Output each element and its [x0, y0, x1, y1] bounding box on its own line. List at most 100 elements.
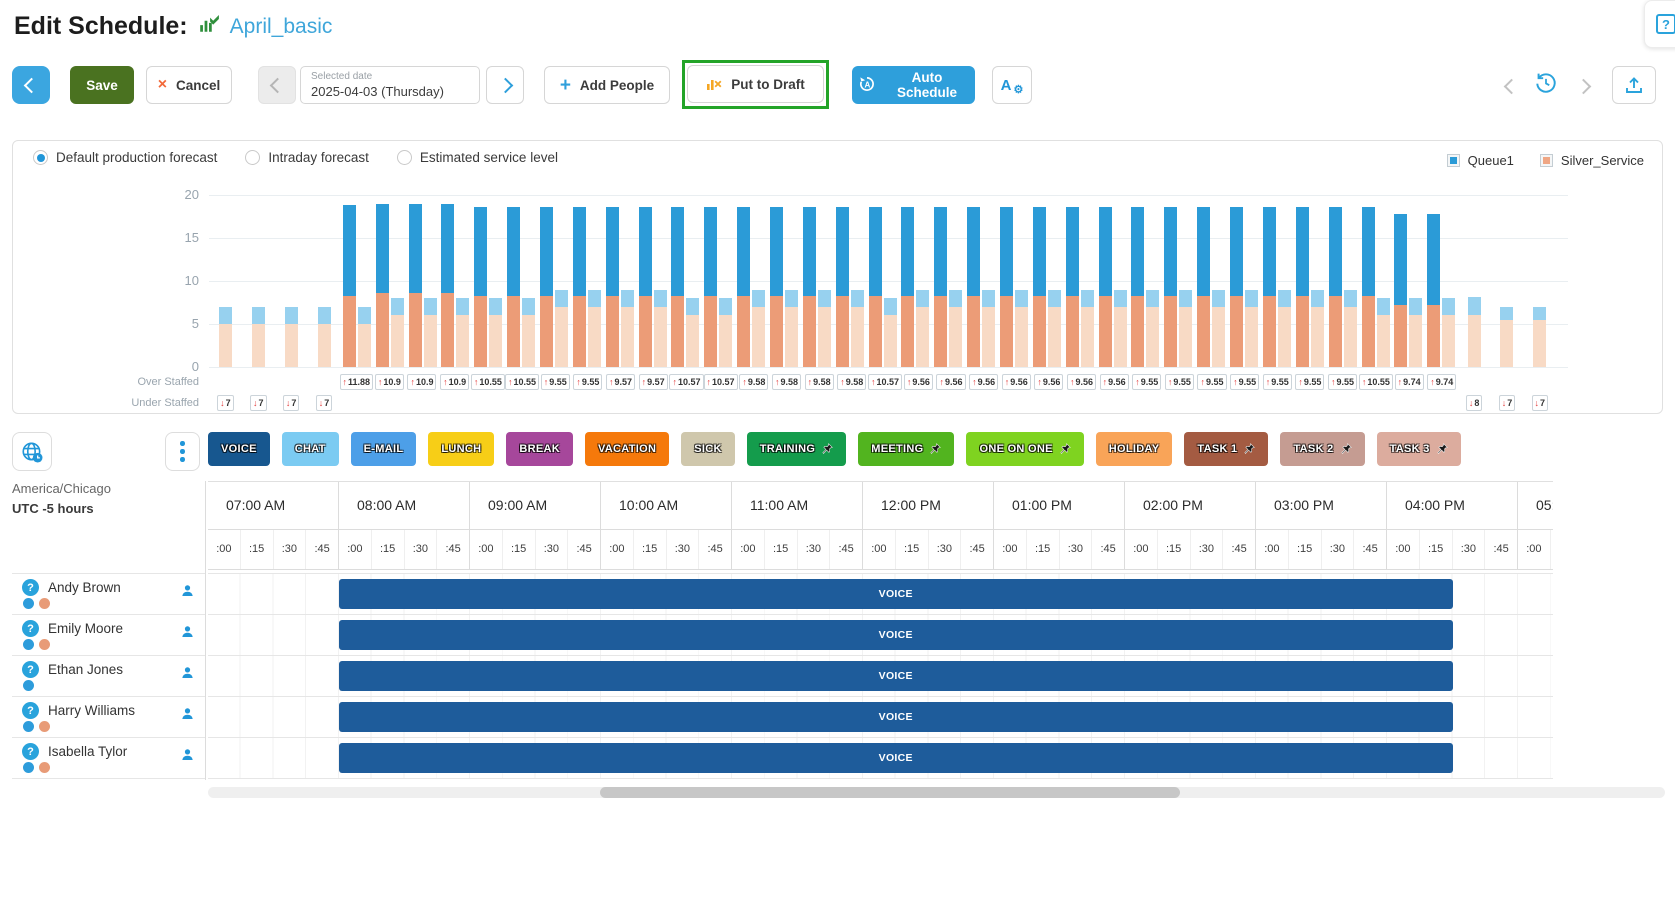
activity-meeting[interactable]: MEETING — [858, 432, 954, 466]
over-staffed-value: ↑10.57 — [669, 374, 703, 390]
silver-service-scheduled-segment — [507, 296, 520, 367]
activity-vacation[interactable]: VACATION — [585, 432, 669, 466]
silver-service-forecast-segment — [686, 315, 699, 367]
next-date-button[interactable] — [486, 66, 524, 104]
arrow-up-icon: ↑ — [544, 377, 549, 387]
over-staffed-cell: ↑9.58 — [835, 372, 868, 391]
help-button[interactable]: ? — [1644, 0, 1675, 48]
y-axis-tick: 10 — [133, 273, 199, 288]
auto-schedule-button[interactable]: A Auto Schedule — [852, 66, 975, 104]
horizontal-scrollbar-thumb[interactable] — [600, 787, 1180, 798]
schedule-row: VOICE — [208, 738, 1553, 779]
queue1-forecast-segment — [1114, 290, 1127, 307]
person-icon[interactable] — [180, 706, 195, 721]
silver-service-forecast-segment — [1500, 320, 1513, 367]
pin-icon — [1059, 443, 1071, 455]
activity-lunch[interactable]: LUNCH — [428, 432, 494, 466]
chart-slot — [538, 195, 571, 367]
queue1-forecast-segment — [1377, 298, 1390, 315]
shift-bar-voice[interactable]: VOICE — [339, 661, 1453, 691]
shift-bar-voice[interactable]: VOICE — [339, 743, 1453, 773]
y-axis-tick: 5 — [133, 316, 199, 331]
silver-service-forecast-segment — [1442, 315, 1455, 367]
schedule-name-link[interactable]: April_basic — [230, 15, 333, 39]
forecast-bar — [851, 290, 864, 367]
silver-service-scheduled-segment — [1033, 296, 1046, 367]
forecast-bar — [252, 307, 265, 367]
employee-info-icon[interactable]: ? — [22, 743, 39, 760]
employee-info-icon[interactable]: ? — [22, 661, 39, 678]
queue1-forecast-segment — [358, 307, 371, 324]
under-staffed-value: ↓8 — [1466, 395, 1483, 411]
person-icon[interactable] — [180, 665, 195, 680]
history-back-button[interactable] — [1506, 79, 1517, 97]
shift-bar-voice[interactable]: VOICE — [339, 579, 1453, 609]
silver-service-scheduled-segment — [836, 296, 849, 367]
previous-date-button[interactable] — [258, 66, 296, 104]
silver-service-scheduled-segment — [639, 296, 652, 367]
activity-one-on-one[interactable]: ONE ON ONE — [966, 432, 1083, 466]
over-staffed-cell: ↑9.56 — [1033, 372, 1066, 391]
auto-schedule-settings-button[interactable]: A⚙ — [992, 66, 1032, 104]
selected-date-field[interactable]: Selected date 2025-04-03 (Thursday) — [300, 66, 480, 104]
over-staffed-value: ↑9.56 — [1100, 374, 1129, 390]
person-icon[interactable] — [180, 583, 195, 598]
chart-slot — [570, 195, 603, 367]
activity-sick[interactable]: SICK — [681, 432, 734, 466]
chart-slot — [1030, 195, 1063, 367]
scheduled-bar — [474, 207, 487, 367]
put-to-draft-button[interactable]: Put to Draft — [687, 65, 824, 103]
horizontal-scrollbar[interactable] — [208, 787, 1665, 798]
activity-task-3[interactable]: TASK 3 — [1377, 432, 1461, 466]
shift-bar-voice[interactable]: VOICE — [339, 702, 1453, 732]
under-staffed-cell: ↓7 — [1491, 393, 1524, 412]
activities-menu-button[interactable] — [165, 432, 200, 471]
activity-break[interactable]: BREAK — [506, 432, 573, 466]
arrow-up-icon: ↑ — [808, 377, 813, 387]
activity-task-1[interactable]: TASK 1 — [1184, 432, 1268, 466]
arrow-up-icon: ↑ — [742, 377, 747, 387]
cancel-button[interactable]: × Cancel — [146, 66, 232, 104]
svg-text:?: ? — [1662, 17, 1670, 32]
timezone-button[interactable] — [12, 432, 52, 471]
history-forward-button[interactable] — [1578, 79, 1589, 97]
employee-info-icon[interactable]: ? — [22, 620, 39, 637]
employee-info-icon[interactable]: ? — [22, 579, 39, 596]
silver-service-forecast-segment — [785, 307, 798, 367]
activity-holiday[interactable]: HOLIDAY — [1096, 432, 1173, 466]
publish-upload-button[interactable] — [1612, 66, 1656, 104]
shift-bar-voice[interactable]: VOICE — [339, 620, 1453, 650]
employee-info-icon[interactable]: ? — [22, 702, 39, 719]
silver-service-forecast-segment — [219, 324, 232, 367]
activity-training[interactable]: TRAINING — [747, 432, 847, 466]
over-staffed-cell: ↑9.55 — [1163, 372, 1196, 391]
queue1-scheduled-segment — [606, 207, 619, 295]
scheduled-bar — [704, 207, 717, 367]
quarter-header: :45 — [961, 530, 994, 569]
person-icon[interactable] — [180, 624, 195, 639]
add-people-button[interactable]: + Add People — [544, 66, 670, 104]
under-staffed-cell — [1425, 393, 1458, 412]
chart-slot — [439, 195, 472, 367]
close-icon: × — [158, 76, 167, 94]
over-staffed-cell: ↑10.55 — [1359, 372, 1393, 391]
over-staffed-cell: ↑9.57 — [637, 372, 670, 391]
quarter-header: :30 — [1453, 530, 1486, 569]
arrow-down-icon: ↓ — [1502, 398, 1507, 408]
history-icon[interactable] — [1534, 71, 1558, 95]
scheduled-bar — [1263, 207, 1276, 367]
activity-voice[interactable]: VOICE — [208, 432, 270, 466]
schedule-row: VOICE — [208, 697, 1553, 738]
activity-e-mail[interactable]: E-MAIL — [351, 432, 417, 466]
person-icon[interactable] — [180, 747, 195, 762]
back-button[interactable] — [12, 66, 50, 104]
arrow-up-icon: ↑ — [672, 377, 677, 387]
queue-dot-blue — [23, 639, 34, 650]
forecast-bar — [1468, 297, 1481, 368]
silver-service-forecast-segment — [318, 324, 331, 367]
save-button[interactable]: Save — [70, 66, 134, 104]
queue1-forecast-segment — [489, 298, 502, 315]
activity-task-2[interactable]: TASK 2 — [1280, 432, 1364, 466]
activity-chat[interactable]: CHAT — [282, 432, 339, 466]
arrow-up-icon: ↑ — [1398, 377, 1403, 387]
